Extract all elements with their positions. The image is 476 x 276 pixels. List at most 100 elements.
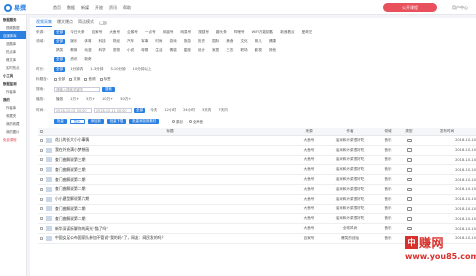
end-date-input[interactable]: 2018-10-11 00:00	[94, 108, 132, 113]
nav-item[interactable]: 资讯	[109, 5, 117, 11]
user-center-link[interactable]: 用户中心	[452, 5, 468, 11]
nav-item[interactable]: 新媒	[81, 5, 89, 11]
filter-chip[interactable]: 母婴	[139, 48, 150, 53]
filter-chip[interactable]: 企鹅号	[125, 30, 140, 35]
batch-button[interactable]: 批量	[54, 119, 67, 124]
filter-chip[interactable]: 凤凰号	[161, 30, 176, 35]
filter-chip[interactable]: 财经	[111, 39, 122, 44]
row-title[interactable]: 查门曲解说第二期	[44, 186, 294, 192]
batch-add-material-button[interactable]: 批量添加到素材	[129, 119, 160, 124]
sidebar-item[interactable]: 选题库	[0, 39, 26, 47]
sidebar-item[interactable]: 实时热点	[0, 63, 26, 71]
filter-chip[interactable]: 一点号	[143, 30, 158, 35]
row-author[interactable]: 油米和炒菜很好吃	[324, 216, 376, 221]
filter-chip[interactable]: 今天	[148, 108, 159, 113]
filter-chip[interactable]: 教育	[68, 48, 79, 53]
simple-mode-toggle[interactable]	[99, 20, 107, 25]
sidebar-item[interactable]: 我的	[0, 95, 26, 103]
row-author[interactable]: 全球风尚	[324, 226, 376, 231]
filter-chip[interactable]: 3天内	[200, 108, 213, 113]
nav-item[interactable]: 开放	[95, 5, 103, 11]
row-title-text[interactable]: 查门曲解说第二期	[55, 216, 85, 222]
filter-chip[interactable]: 趣头条	[214, 30, 229, 35]
table-row[interactable]: 查门曲解说第二期 大鱼号 油米和炒菜很好吃 音乐 2018-10-10	[38, 214, 476, 225]
row-title[interactable]: 查门曲解说第三期	[44, 157, 294, 163]
video-thumbnail[interactable]	[46, 147, 52, 153]
col-type[interactable]: 类型	[400, 129, 418, 134]
filter-chip[interactable]: 宠物	[111, 48, 122, 53]
table-row[interactable]: 查门曲解说第二期 大鱼号 油米和炒菜很好吃 音乐 2018-10-10	[38, 175, 476, 185]
keyword-checkbox[interactable]: 文案	[69, 77, 80, 82]
search-button[interactable]: 搜索	[102, 87, 115, 92]
col-source[interactable]: 来源	[294, 129, 324, 134]
keyword-checkbox[interactable]: 标签	[99, 77, 111, 82]
sidebar-item[interactable]: 我的图片	[0, 127, 26, 135]
filter-chip[interactable]: 星座	[182, 48, 193, 53]
filter-chip[interactable]: 播放	[54, 97, 65, 102]
sidebar-item[interactable]: 数据服务	[0, 15, 26, 23]
filter-chip[interactable]: 1分钟内	[68, 67, 85, 72]
sidebar-item[interactable]: 收藏夹	[0, 111, 26, 119]
filter-chip[interactable]: 汽车	[125, 39, 136, 44]
video-thumbnail[interactable]	[46, 167, 52, 173]
row-title[interactable]: 查门曲解说第二期	[44, 216, 294, 222]
row-title-text[interactable]: 中国女足公布国家队参加不管说“我的妈”了，网友：网民发的吗？	[55, 235, 165, 241]
filter-chip[interactable]: 1-3分钟	[88, 67, 105, 72]
sidebar-item[interactable]: 小工具	[0, 71, 26, 79]
sidebar-item[interactable]: 我的收藏	[0, 119, 26, 127]
filter-chip[interactable]: 24小时	[181, 108, 197, 113]
row-author[interactable]: 油米和炒菜很好吃	[324, 138, 376, 143]
keyword-checkbox[interactable]: 全部	[54, 77, 65, 82]
filter-chip[interactable]: 爱奇艺	[300, 30, 315, 35]
row-author[interactable]: 油米和炒菜很好吃	[324, 157, 376, 162]
filter-chip[interactable]: 育儿	[253, 39, 264, 44]
row-title[interactable]: 我在外充满小梦想画	[44, 147, 294, 153]
video-thumbnail[interactable]	[46, 235, 52, 241]
table-row[interactable]: 我在外充满小梦想画 大鱼号 油米和炒菜很好吃 音乐 2018-10-10	[38, 146, 476, 156]
sidebar-item[interactable]: 自媒体库	[0, 31, 26, 39]
video-thumbnail[interactable]	[46, 137, 52, 143]
export-button[interactable]: 导出	[69, 119, 85, 124]
row-title-text[interactable]: 花儿的长大小小事情	[55, 137, 89, 143]
filter-chip[interactable]: 全部	[54, 30, 66, 35]
filter-chip[interactable]: 其他	[267, 48, 278, 53]
row-title[interactable]: 查门曲解说第三期	[44, 167, 294, 173]
filter-chip[interactable]: 百家号	[90, 30, 105, 35]
filter-chip[interactable]: 小说	[125, 48, 136, 53]
filter-chip[interactable]: 10分钟以上	[131, 67, 154, 72]
col-domain[interactable]: 领域	[376, 129, 400, 134]
row-title-text[interactable]: 新华深读拆解你的高光“猫了吗”	[55, 226, 108, 232]
row-title[interactable]: 查门曲解说第二期	[44, 177, 294, 183]
add-to-button[interactable]: 添加到	[87, 119, 104, 124]
filter-chip[interactable]: 搜狐号	[196, 30, 211, 35]
row-author[interactable]: 油米和炒菜很好吃	[324, 187, 376, 192]
row-author[interactable]: 爆笑的创始	[324, 236, 376, 241]
filter-chip[interactable]: 科技	[97, 39, 108, 44]
filter-chip[interactable]: 10万+	[100, 97, 115, 102]
row-title-text[interactable]: 查门曲解说第三期	[55, 157, 85, 163]
filter-chip[interactable]: 全部	[54, 67, 66, 72]
all-sound-radio[interactable]: 全声音	[188, 119, 203, 124]
row-author[interactable]: 油米和炒菜很好吃	[324, 167, 376, 172]
filter-chip[interactable]: 7天内	[216, 108, 229, 113]
filter-chip[interactable]: 情感	[168, 48, 179, 53]
table-row[interactable]: 花儿的长大小小事情 大鱼号 油米和炒菜很好吃 音乐 2018-10-10	[38, 136, 476, 146]
filter-chip[interactable]: 全部	[54, 57, 66, 62]
filter-chip[interactable]: 全部	[134, 108, 146, 113]
filter-chip[interactable]: 50万+	[118, 97, 133, 102]
filter-chip[interactable]: 资讯	[68, 57, 79, 62]
filter-chip[interactable]: 生活	[153, 48, 164, 53]
table-row[interactable]: 小小建型解说第六期 大鱼号 油米和炒菜很好吃 音乐 2018-10-10	[38, 195, 476, 205]
filter-chip[interactable]: 1万+	[68, 97, 81, 102]
tab-hot[interactable]: 爆文爆点	[57, 19, 73, 26]
filter-chip[interactable]: 历史	[196, 39, 207, 44]
filter-chip[interactable]: 新浪看点	[278, 30, 296, 35]
nav-item[interactable]: 数据	[67, 5, 75, 11]
row-title[interactable]: 小小建型解说第六期	[44, 196, 294, 202]
col-author[interactable]: 作者	[324, 129, 376, 134]
row-title[interactable]: 新华深读拆解你的高光“猫了吗”	[44, 226, 294, 232]
filter-chip[interactable]: 美食	[224, 39, 235, 44]
filter-chip[interactable]: 健康	[267, 39, 278, 44]
row-title-text[interactable]: 我在外充满小梦想画	[55, 147, 89, 153]
video-thumbnail[interactable]	[46, 196, 52, 202]
